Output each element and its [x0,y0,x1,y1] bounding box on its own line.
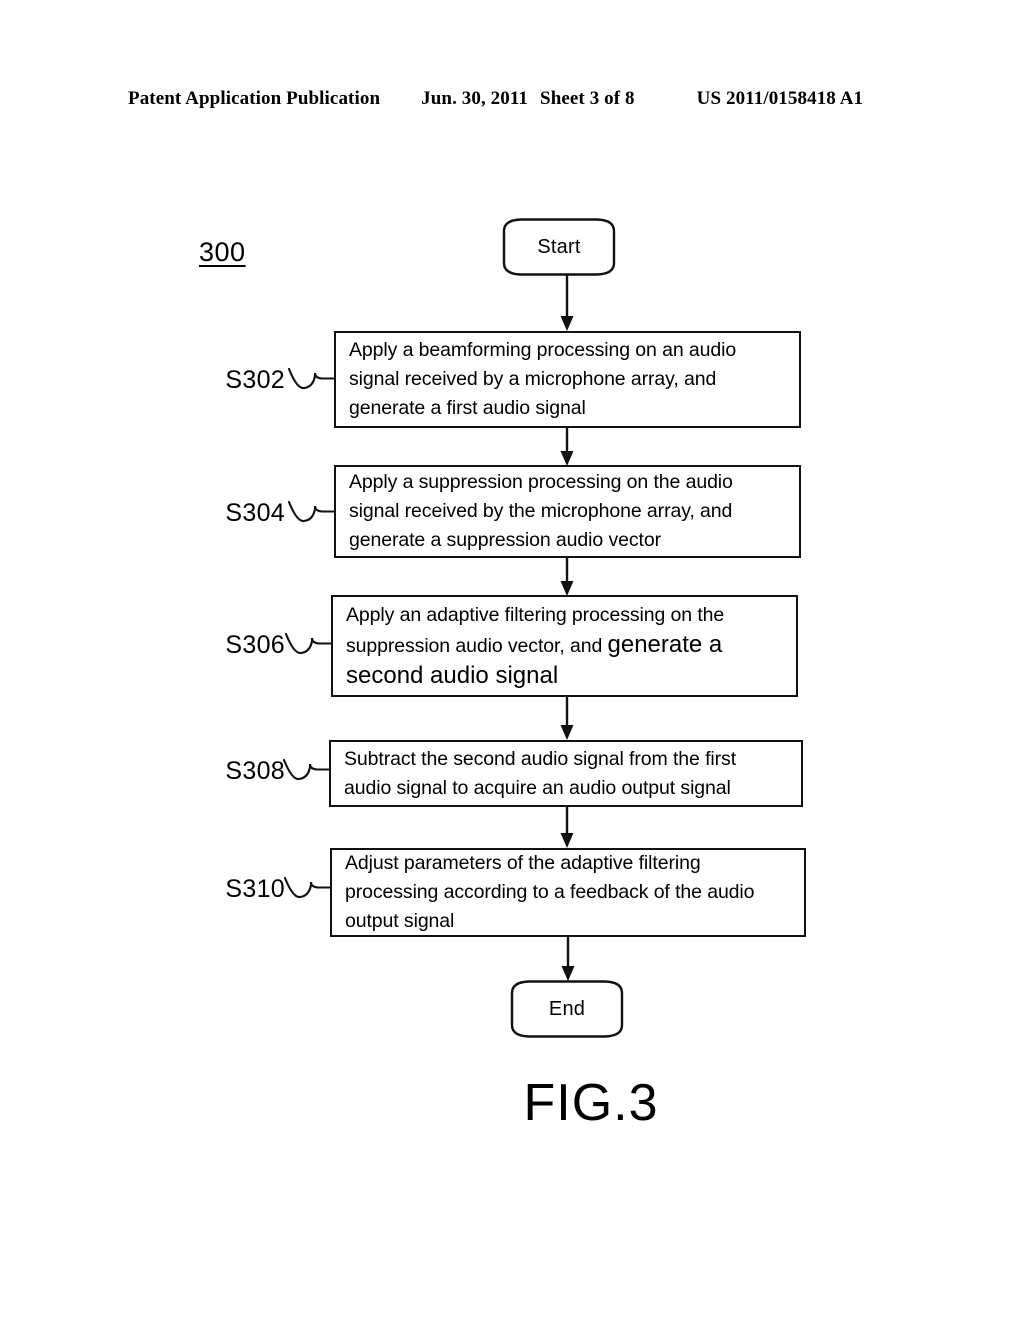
process-text-s308: Subtract the second audio signal from th… [344,747,737,799]
leader-line-s304 [287,500,339,523]
patent-figure-page: Patent Application Publication Jun. 30, … [0,0,1024,1320]
process-box-s302: Apply a beamforming processing on an aud… [334,331,801,428]
connector-s308-to-s310 [560,807,574,848]
step-label-s306: S306 [225,631,285,659]
step-label-s302: S302 [225,366,285,394]
process-box-s306: Apply an adaptive filtering processing o… [331,595,798,697]
step-label-s304: S304 [225,499,285,527]
connector-s304-to-s306 [560,558,574,596]
connector-s302-to-s304 [560,428,574,466]
process-text-s306: Apply an adaptive filtering processing o… [346,601,782,692]
leader-line-s306 [284,632,336,655]
connector-s310-to-end [561,937,575,981]
step-label-s308: S308 [225,757,285,785]
header-sheet-number: Sheet 3 of 8 [540,88,635,109]
leader-line-s302 [287,367,339,390]
process-text-s302: Apply a beamforming processing on an aud… [349,339,737,419]
process-box-s304: Apply a suppression processing on the au… [334,465,801,558]
leader-line-s310 [283,876,335,899]
figure-reference-numeral: 300 [199,237,246,267]
flowchart-start-node: Start [501,217,617,277]
step-label-s310: S310 [225,875,285,903]
figure-caption: FIG.3 [523,1074,659,1132]
process-text-s310: Adjust parameters of the adaptive filter… [345,852,755,932]
start-node-label: Start [537,235,581,258]
leader-line-s308 [282,758,334,781]
flowchart-end-node: End [509,979,625,1039]
end-node-label: End [548,997,586,1020]
header-publication-date: Jun. 30, 2011 [421,88,529,109]
publication-header: Patent Application Publication Jun. 30, … [128,88,896,110]
process-text-s304: Apply a suppression processing on the au… [349,471,733,551]
process-box-s310: Adjust parameters of the adaptive filter… [330,848,806,937]
header-publication-title: Patent Application Publication [128,88,381,109]
connector-s306-to-s308 [560,697,574,740]
connector-start-to-s302 [560,275,574,331]
process-box-s308: Subtract the second audio signal from th… [329,740,803,807]
header-patent-number: US 2011/0158418 A1 [696,88,864,109]
